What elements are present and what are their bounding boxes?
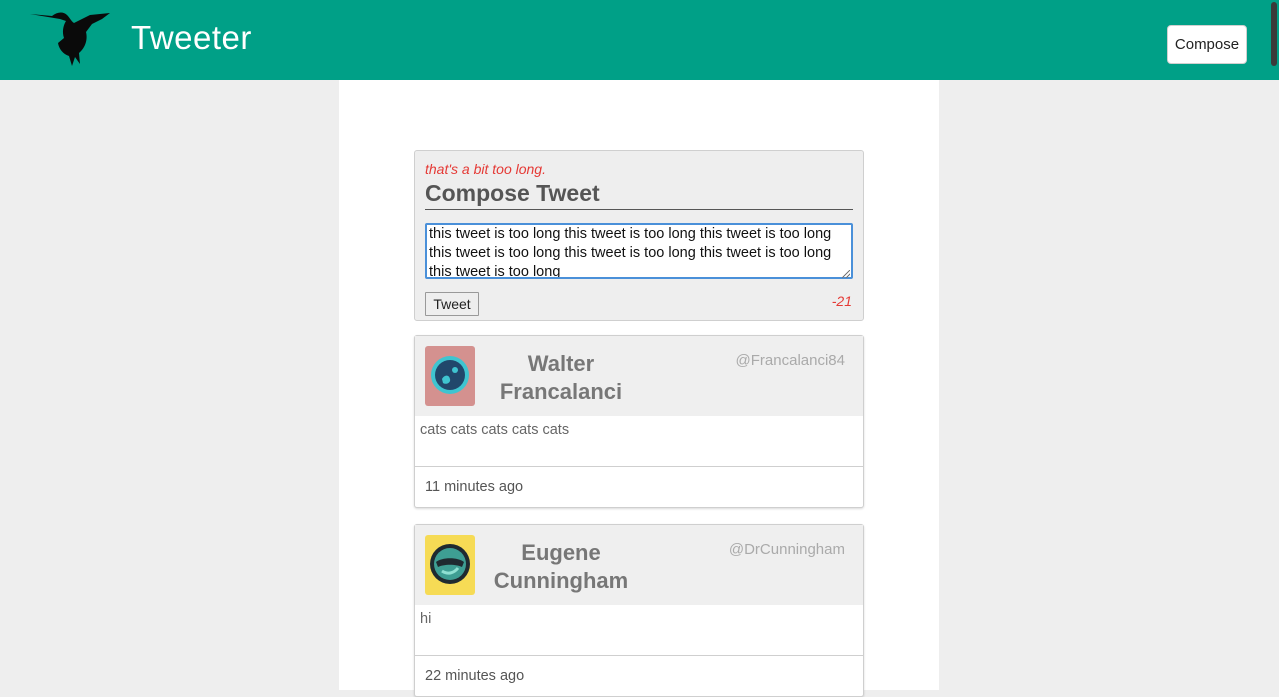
brand-title: Tweeter xyxy=(131,19,252,56)
scrollbar-thumb[interactable] xyxy=(1271,2,1277,66)
main-column: that's a bit too long. Compose Tweet thi… xyxy=(339,80,939,697)
user-name: Walter Francalanci xyxy=(499,351,623,404)
tweet-content: hi xyxy=(420,611,432,627)
user-handle: @DrCunningham xyxy=(728,541,845,558)
avatar xyxy=(425,346,475,406)
top-nav-bar: Tweeter Compose xyxy=(0,0,1279,80)
character-counter: -21 xyxy=(831,293,852,309)
compose-button[interactable]: Compose xyxy=(1167,25,1247,64)
tweet-card: Eugene Cunningham @DrCunningham hi 22 mi… xyxy=(414,524,864,697)
avatar xyxy=(425,535,475,595)
tweet-header: Walter Francalanci @Francalanci84 xyxy=(415,336,863,416)
compose-title: Compose Tweet xyxy=(425,179,853,210)
tweet-footer: 22 minutes ago xyxy=(415,655,863,697)
error-message: that's a bit too long. xyxy=(425,161,546,177)
tweet-submit-button[interactable]: Tweet xyxy=(425,292,479,316)
tweet-timestamp: 11 minutes ago xyxy=(425,479,524,495)
robot-avatar-icon xyxy=(430,544,470,584)
tweet-timestamp: 22 minutes ago xyxy=(425,668,525,684)
tweet-header: Eugene Cunningham @DrCunningham xyxy=(415,525,863,605)
tweet-textarea[interactable]: this tweet is too long this tweet is too… xyxy=(425,223,853,279)
tweet-footer: 11 minutes ago xyxy=(415,466,863,508)
user-handle: @Francalanci84 xyxy=(735,352,845,369)
robot-avatar-icon xyxy=(431,356,469,394)
tweet-card: Walter Francalanci @Francalanci84 cats c… xyxy=(414,335,864,508)
hummingbird-logo-icon xyxy=(30,12,110,66)
user-name: Eugene Cunningham xyxy=(493,540,629,593)
compose-tweet-box: that's a bit too long. Compose Tweet thi… xyxy=(414,150,864,321)
resize-handle-icon[interactable] xyxy=(842,270,850,278)
tweet-content: cats cats cats cats cats xyxy=(420,422,570,438)
